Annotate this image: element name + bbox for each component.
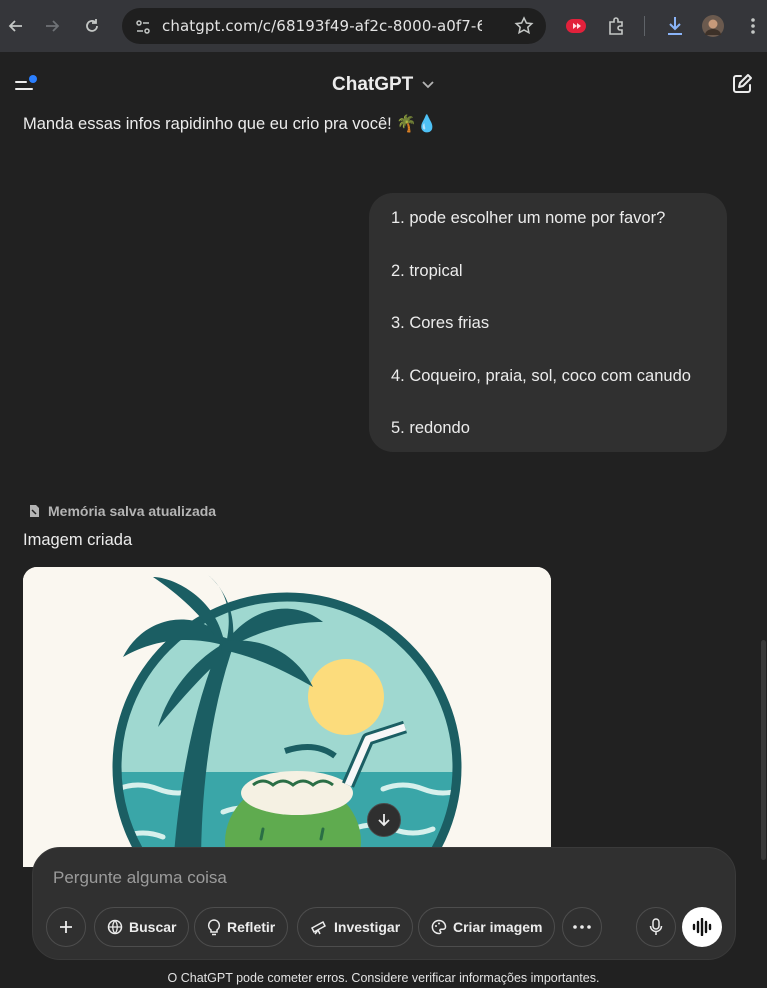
disclaimer-text: O ChatGPT pode cometer erros. Considere …	[167, 971, 600, 985]
memory-updated-notice[interactable]: Memória salva atualizada	[27, 503, 216, 519]
profile-avatar[interactable]	[701, 14, 725, 38]
user-message-line: 1. pode escolher um nome por favor?	[391, 209, 666, 227]
forward-icon[interactable]	[38, 12, 66, 40]
more-horizontal-icon	[573, 925, 591, 929]
site-settings-icon[interactable]	[132, 16, 154, 38]
voice-mode-button[interactable]	[682, 907, 722, 947]
user-message-line: 2. tropical	[391, 261, 463, 280]
memory-icon	[30, 505, 39, 517]
download-icon[interactable]	[663, 14, 687, 38]
research-tool-label: Investigar	[334, 919, 401, 935]
new-chat-icon[interactable]	[730, 72, 756, 98]
attach-button[interactable]	[46, 907, 86, 947]
search-tool-button[interactable]: Buscar	[94, 907, 190, 947]
toolbar-divider	[644, 16, 645, 36]
arrow-down-icon	[378, 814, 390, 827]
image-created-label: Imagem criada	[23, 531, 133, 549]
back-icon[interactable]	[2, 12, 30, 40]
youtube-extension-icon[interactable]	[564, 14, 588, 38]
scrollbar-thumb[interactable]	[761, 640, 766, 860]
browser-menu-icon[interactable]	[741, 14, 765, 38]
microphone-icon	[649, 918, 663, 935]
telescope-icon	[311, 920, 326, 935]
prompt-input[interactable]	[53, 868, 653, 888]
page-title: ChatGPT	[332, 74, 414, 95]
lightbulb-icon	[207, 918, 221, 935]
palette-icon	[431, 919, 447, 935]
address-bar[interactable]: chatgpt.com/c/68193f49-af2c-8000-a0f7-69…	[122, 8, 546, 44]
memory-notice-text: Memória salva atualizada	[48, 503, 217, 519]
generated-logo-image[interactable]	[23, 567, 551, 867]
composer: Buscar Refletir Investigar Criar imagem	[32, 847, 736, 960]
extensions-puzzle-icon[interactable]	[604, 14, 628, 38]
globe-icon	[107, 919, 123, 935]
more-tools-button[interactable]	[562, 907, 602, 947]
plus-icon	[60, 921, 72, 933]
app-header: ChatGPT	[0, 52, 767, 118]
create-image-button[interactable]: Criar imagem	[418, 907, 556, 947]
scroll-to-bottom-button[interactable]	[367, 803, 401, 837]
chevron-down-icon	[422, 81, 434, 89]
bookmark-star-icon[interactable]	[514, 16, 534, 36]
browser-toolbar: chatgpt.com/c/68193f49-af2c-8000-a0f7-69…	[0, 0, 767, 52]
sidebar-toggle-icon[interactable]	[14, 74, 40, 96]
url-text[interactable]: chatgpt.com/c/68193f49-af2c-8000-a0f7-69…	[162, 17, 482, 35]
user-message-line: 3. Cores frias	[391, 314, 490, 332]
create-image-label: Criar imagem	[453, 919, 543, 935]
research-tool-button[interactable]: Investigar	[297, 907, 414, 947]
model-selector[interactable]: ChatGPT	[332, 74, 435, 96]
think-tool-button[interactable]: Refletir	[194, 907, 289, 947]
user-message-line: 5. redondo	[391, 419, 470, 437]
reload-icon[interactable]	[78, 12, 106, 40]
assistant-message: Manda essas infos rapidinho que eu crio …	[23, 115, 438, 133]
waveform-icon	[692, 918, 712, 936]
think-tool-label: Refletir	[227, 919, 276, 935]
search-tool-label: Buscar	[129, 919, 177, 935]
user-message-line: 4. Coqueiro, praia, sol, coco com canudo	[391, 366, 691, 385]
user-message-bubble: 1. pode escolher um nome por favor? 2. t…	[369, 193, 727, 452]
dictate-button[interactable]	[636, 907, 676, 947]
